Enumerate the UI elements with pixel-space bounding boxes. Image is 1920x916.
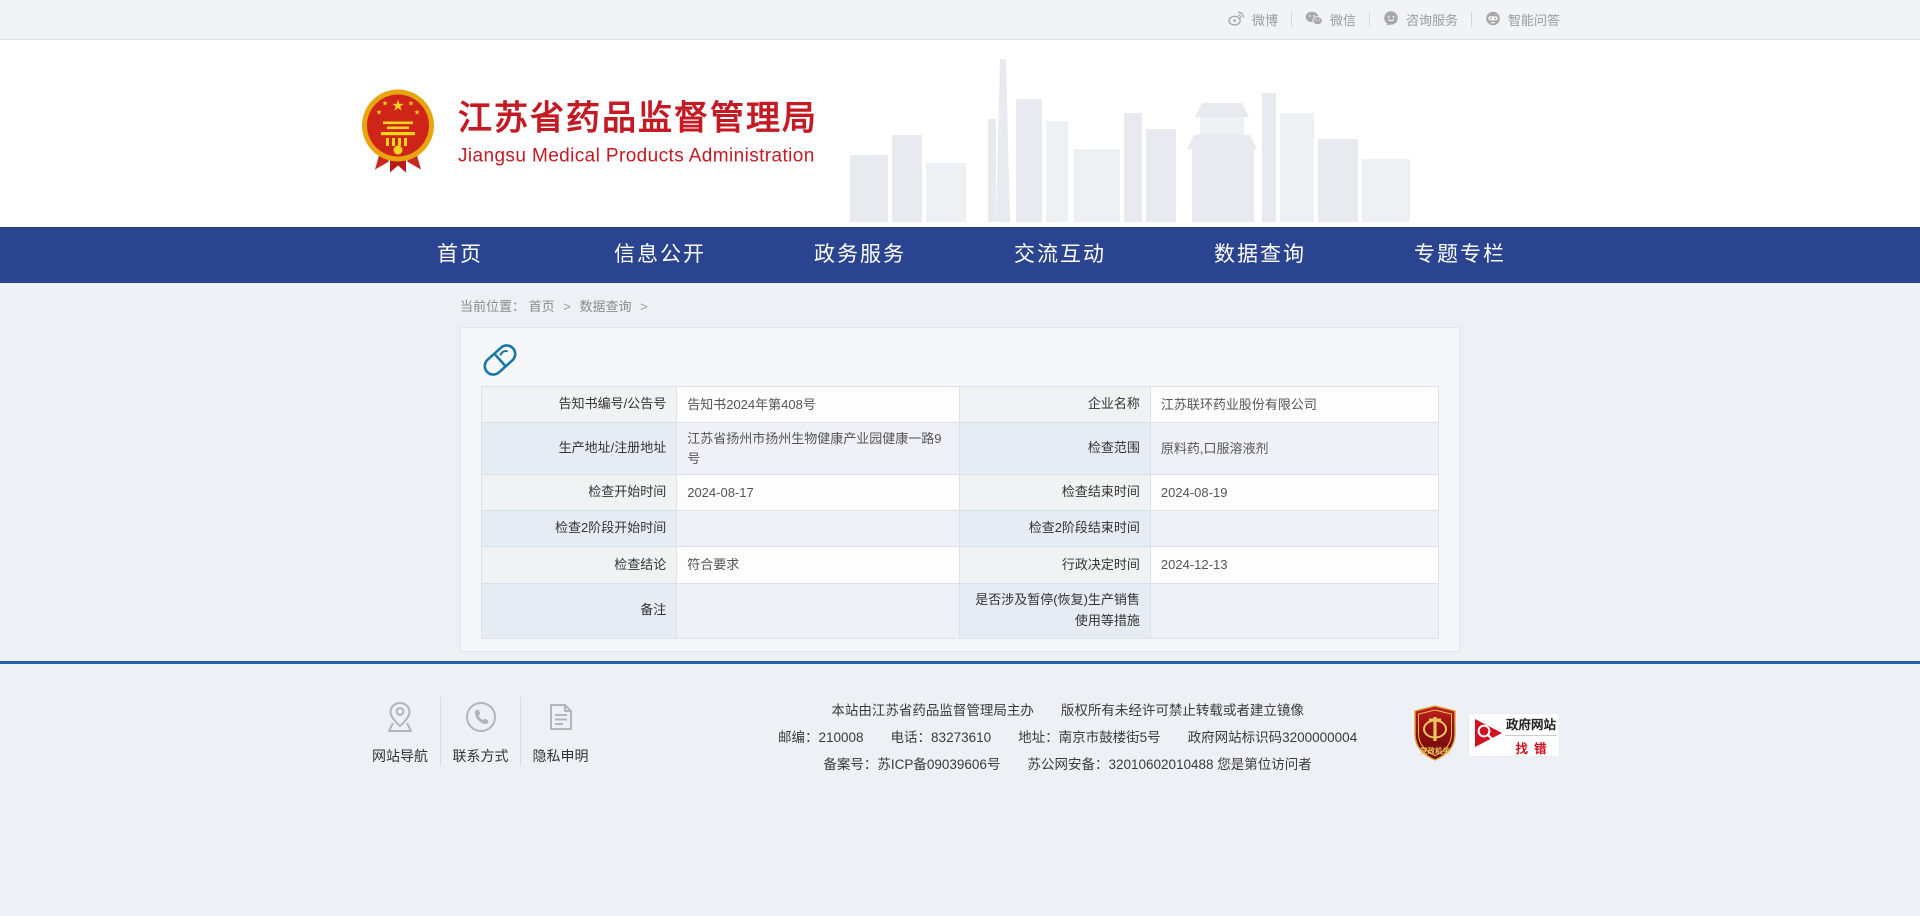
field-label-company-name: 企业名称: [960, 387, 1150, 423]
footer-quick-links: 网站导航 联系方式: [360, 697, 600, 766]
nav-item-interaction[interactable]: 交流互动: [960, 227, 1160, 283]
table-row: 检查结论 符合要求 行政决定时间 2024-12-13: [482, 547, 1439, 584]
nav-item-home[interactable]: 首页: [360, 227, 560, 283]
svg-text:党政机关: 党政机关: [1420, 745, 1450, 755]
footer-link-label: 网站导航: [364, 746, 436, 766]
weibo-link[interactable]: 微博: [1215, 10, 1291, 29]
smart-qa-link[interactable]: 智能问答: [1472, 10, 1560, 29]
inspection-detail-table: 告知书编号/公告号 告知书2024年第408号 企业名称 江苏联环药业股份有限公…: [481, 386, 1439, 639]
field-label-phase2-start: 检查2阶段开始时间: [482, 511, 677, 547]
nav-item-special-topics[interactable]: 专题专栏: [1360, 227, 1560, 283]
field-value-inspection-end: 2024-08-19: [1150, 475, 1438, 511]
nav-item-gov-services[interactable]: 政务服务: [760, 227, 960, 283]
site-title-block: 江苏省药品监督管理局 Jiangsu Medical Products Admi…: [458, 99, 818, 167]
pill-icon: [481, 341, 519, 384]
svg-text:★: ★: [391, 97, 404, 114]
magnifier-triangle-icon: [1471, 715, 1505, 756]
nav-item-info-disclosure[interactable]: 信息公开: [560, 227, 760, 283]
breadcrumb-separator: >: [640, 299, 648, 314]
chat-bubble-icon: [1383, 11, 1399, 29]
field-label-remarks: 备注: [482, 584, 677, 639]
footer-link-contact[interactable]: 联系方式: [440, 697, 520, 766]
svg-text:★: ★: [376, 108, 382, 116]
field-value-phase2-start: [677, 511, 960, 547]
site-subtitle: Jiangsu Medical Products Administration: [458, 146, 818, 168]
field-value-admin-decision-date: 2024-12-13: [1150, 547, 1438, 584]
site-footer: 网站导航 联系方式: [0, 661, 1920, 916]
table-row: 生产地址/注册地址 江苏省扬州市扬州生物健康产业园健康一路9号 检查范围 原料药…: [482, 423, 1439, 475]
table-row: 检查开始时间 2024-08-17 检查结束时间 2024-08-19: [482, 475, 1439, 511]
consult-service-link[interactable]: 咨询服务: [1370, 10, 1471, 29]
top-utility-bar: 微博 微信 咨询服务 智能问答: [0, 0, 1920, 40]
breadcrumb-separator: >: [563, 299, 571, 314]
document-icon: [525, 699, 596, 733]
site-header: ★ ★ ★ ★ ★ 江苏省药品监督管理局 Jiangsu Medi: [0, 40, 1920, 227]
field-label-inspection-start: 检查开始时间: [482, 475, 677, 511]
field-value-inspection-conclusion: 符合要求: [677, 547, 960, 584]
badge-text-find-error: 找错: [1505, 736, 1557, 757]
footer-link-privacy[interactable]: 隐私申明: [520, 697, 600, 766]
footer-line-icp: 备案号：苏ICP备09039606号 苏公网安备：32010602010488 …: [778, 751, 1357, 778]
field-label-inspection-conclusion: 检查结论: [482, 547, 677, 584]
phone-icon: [445, 699, 516, 733]
breadcrumb-prefix: 当前位置：: [460, 299, 525, 314]
field-label-notice-number: 告知书编号/公告号: [482, 387, 677, 423]
field-value-remarks: [677, 584, 960, 639]
table-row: 备注 是否涉及暂停(恢复)生产销售使用等措施: [482, 584, 1439, 639]
breadcrumb-link-data-query[interactable]: 数据查询: [580, 299, 632, 314]
field-value-production-address: 江苏省扬州市扬州生物健康产业园健康一路9号: [677, 423, 960, 475]
svg-text:★: ★: [382, 99, 388, 107]
footer-line-contact: 邮编：210008 电话：83273610 地址：南京市鼓楼街5号 政府网站标识…: [778, 724, 1357, 751]
site-logo-block[interactable]: ★ ★ ★ ★ ★ 江苏省药品监督管理局 Jiangsu Medi: [360, 88, 818, 179]
smart-qa-label: 智能问答: [1508, 10, 1560, 29]
wechat-link[interactable]: 微信: [1292, 10, 1369, 29]
main-navigation: 首页 信息公开 政务服务 交流互动 数据查询 专题专栏: [0, 227, 1920, 283]
field-value-inspection-start: 2024-08-17: [677, 475, 960, 511]
field-value-company-name: 江苏联环药业股份有限公司: [1150, 387, 1438, 423]
robot-icon: [1485, 11, 1501, 29]
city-skyline-illustration: [850, 57, 1410, 227]
weibo-icon: [1228, 11, 1245, 29]
footer-copyright-block: 本站由江苏省药品监督管理局主办 版权所有未经许可禁止转载或者建立镜像 邮编：21…: [778, 697, 1357, 778]
site-title: 江苏省药品监督管理局: [458, 99, 818, 138]
field-value-phase2-end: [1150, 511, 1438, 547]
field-label-suspension-measures: 是否涉及暂停(恢复)生产销售使用等措施: [960, 584, 1150, 639]
field-label-inspection-scope: 检查范围: [960, 423, 1150, 475]
error-report-badge-text: 政府网站 找错: [1505, 714, 1557, 757]
main-content: 当前位置： 首页 > 数据查询 >: [0, 283, 1920, 661]
consult-service-label: 咨询服务: [1406, 10, 1458, 29]
svg-text:★: ★: [414, 108, 420, 116]
field-value-suspension-measures: [1150, 584, 1438, 639]
field-label-inspection-end: 检查结束时间: [960, 475, 1150, 511]
footer-link-label: 联系方式: [445, 746, 516, 766]
table-row: 告知书编号/公告号 告知书2024年第408号 企业名称 江苏联环药业股份有限公…: [482, 387, 1439, 423]
national-emblem-icon: ★ ★ ★ ★ ★: [360, 88, 436, 179]
nav-item-data-query[interactable]: 数据查询: [1160, 227, 1360, 283]
table-row: 检查2阶段开始时间 检查2阶段结束时间: [482, 511, 1439, 547]
svg-text:★: ★: [408, 99, 414, 107]
footer-badges: 党政机关 政府网站 找错: [1412, 705, 1560, 766]
footer-link-site-map[interactable]: 网站导航: [360, 697, 440, 766]
footer-line-host: 本站由江苏省药品监督管理局主办 版权所有未经许可禁止转载或者建立镜像: [778, 697, 1357, 724]
party-gov-shield-badge[interactable]: 党政机关: [1412, 705, 1458, 766]
inspection-detail-panel: 告知书编号/公告号 告知书2024年第408号 企业名称 江苏联环药业股份有限公…: [460, 327, 1460, 652]
wechat-label: 微信: [1330, 10, 1356, 29]
breadcrumb-link-home[interactable]: 首页: [529, 299, 555, 314]
weibo-label: 微博: [1252, 10, 1278, 29]
field-value-notice-number: 告知书2024年第408号: [677, 387, 960, 423]
badge-text-gov-site: 政府网站: [1505, 714, 1557, 736]
map-pin-icon: [364, 699, 436, 733]
footer-link-label: 隐私申明: [525, 746, 596, 766]
field-label-production-address: 生产地址/注册地址: [482, 423, 677, 475]
wechat-icon: [1305, 11, 1323, 29]
field-value-inspection-scope: 原料药,口服溶液剂: [1150, 423, 1438, 475]
field-label-admin-decision-date: 行政决定时间: [960, 547, 1150, 584]
breadcrumb: 当前位置： 首页 > 数据查询 >: [460, 283, 1460, 327]
gov-site-error-report-badge[interactable]: 政府网站 找错: [1468, 713, 1560, 757]
field-label-phase2-end: 检查2阶段结束时间: [960, 511, 1150, 547]
